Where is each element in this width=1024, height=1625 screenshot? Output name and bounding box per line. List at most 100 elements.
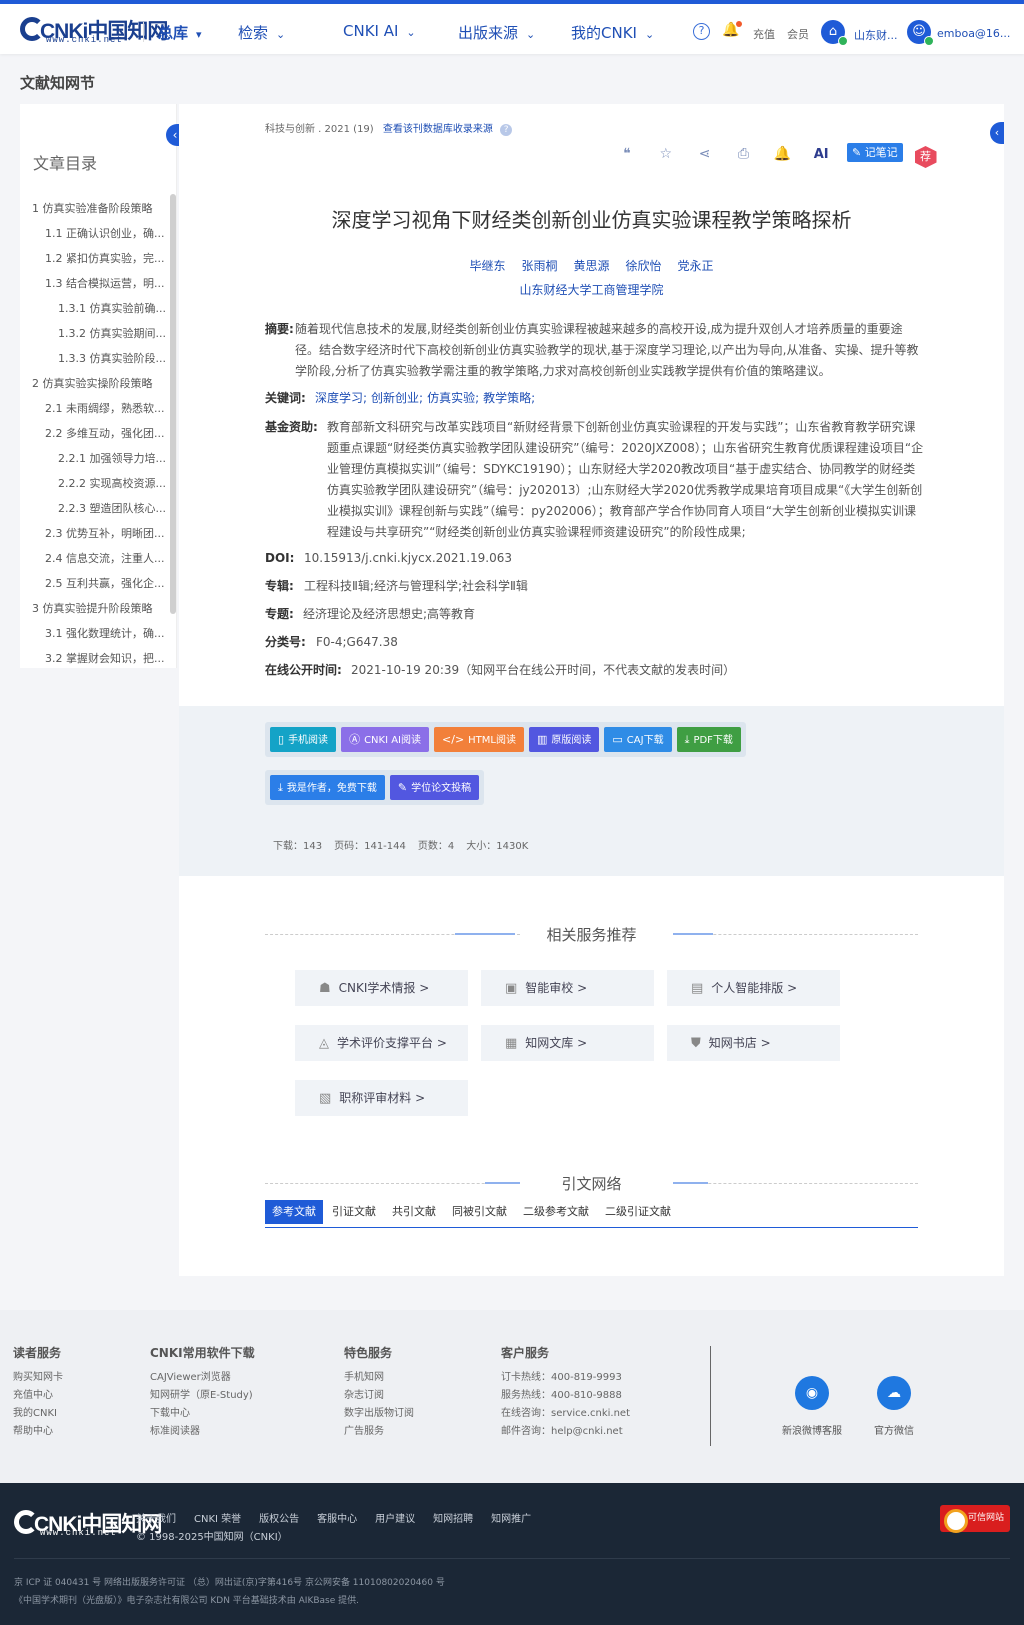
footer-link[interactable]: 服务热线：400-810-9888	[501, 1387, 630, 1405]
author-link[interactable]: 毕继东	[469, 259, 505, 273]
footer-link[interactable]: 我的CNKI	[13, 1405, 63, 1423]
footer-link[interactable]: 杂志订阅	[344, 1387, 414, 1405]
toc-item[interactable]: 3 仿真实验提升阶段策略	[20, 596, 172, 621]
author-link[interactable]: 党永正	[678, 259, 714, 273]
share-icon[interactable]: ⋖	[692, 142, 718, 166]
citation-tab[interactable]: 二级引证文献	[598, 1200, 678, 1224]
nav-total-library[interactable]: 总库 ▾	[158, 22, 202, 43]
toc-item[interactable]: 3.2 掌握财会知识，把...	[20, 646, 172, 671]
toc-scrollbar[interactable]	[170, 194, 176, 614]
bell-icon[interactable]: 🔔	[769, 142, 795, 166]
service-cnki-library[interactable]: ▦ 知网文库 >	[481, 1025, 654, 1061]
footer-link[interactable]: 在线咨询：service.cnki.net	[501, 1405, 630, 1423]
footer-bottom-link[interactable]: 关于我们	[136, 1514, 176, 1525]
citation-tab[interactable]: 引证文献	[325, 1200, 383, 1224]
toc-item[interactable]: 2.4 信息交流，注重人...	[20, 546, 172, 571]
keyword-link[interactable]: 深度学习;	[315, 391, 367, 405]
wechat-icon[interactable]: ☁	[877, 1376, 911, 1410]
author-link[interactable]: 徐欣怡	[626, 259, 662, 273]
footer-link[interactable]: 订卡热线：400-819-9993	[501, 1369, 630, 1387]
toc-item[interactable]: 1.3.2 仿真实验期间...	[20, 321, 172, 346]
toc-item[interactable]: 1.2 紧扣仿真实验，完...	[20, 246, 172, 271]
footer-link[interactable]: 帮助中心	[13, 1423, 63, 1441]
cnki-logo[interactable]: CNKi中国知网 www.cnki.net	[20, 15, 168, 45]
toc-item[interactable]: 2.2.2 实现高校资源...	[20, 471, 172, 496]
service-academic-eval[interactable]: ◬ 学术评价支撑平台 >	[295, 1025, 468, 1061]
footer-link[interactable]: 数字出版物订阅	[344, 1405, 414, 1423]
footer-bottom-link[interactable]: 客服中心	[317, 1514, 357, 1525]
footer-link[interactable]: 购买知网卡	[13, 1369, 63, 1387]
toc-item[interactable]: 3.1 强化数理统计，确...	[20, 621, 172, 646]
toc-item[interactable]: 1 仿真实验准备阶段策略	[20, 196, 172, 221]
toc-item[interactable]: 2.2 多维互动，强化团...	[20, 421, 172, 446]
caj-download-button[interactable]: ▭ CAJ下载	[604, 727, 672, 752]
original-read-button[interactable]: ▥ 原版阅读	[528, 727, 600, 752]
user-avatar[interactable]: ☺	[907, 20, 934, 46]
institution-name[interactable]: 山东财...	[854, 27, 898, 43]
mobile-read-button[interactable]: ▯ 手机阅读	[270, 727, 337, 752]
service-smart-proofread[interactable]: ▣ 智能审校 >	[481, 970, 654, 1006]
toc-item[interactable]: 1.3.3 仿真实验阶段...	[20, 346, 172, 371]
citation-tab[interactable]: 同被引文献	[445, 1200, 514, 1224]
member-link[interactable]: 会员	[787, 26, 809, 42]
service-title-evaluation[interactable]: ▧ 职称评审材料 >	[295, 1080, 468, 1116]
footer-link[interactable]: 广告服务	[344, 1423, 414, 1441]
citation-tab[interactable]: 共引文献	[385, 1200, 443, 1224]
nav-search[interactable]: 检索 ⌄	[238, 22, 285, 43]
recharge-link[interactable]: 充值	[753, 26, 775, 42]
service-cnki-intel[interactable]: ☗ CNKI学术情报 >	[295, 970, 468, 1006]
footer-bottom-link[interactable]: 用户建议	[375, 1514, 415, 1525]
footer-link[interactable]: 手机知网	[344, 1369, 414, 1387]
doi-value[interactable]: 10.15913/j.cnki.kjycx.2021.19.063	[265, 548, 925, 569]
quote-icon[interactable]: ❝	[614, 142, 640, 166]
print-icon[interactable]: ⎙	[730, 142, 756, 166]
citation-tab[interactable]: 参考文献	[265, 1200, 323, 1224]
keyword-link[interactable]: 教学策略;	[483, 391, 535, 405]
journal-issue[interactable]: 科技与创新 . 2021 (19)	[265, 124, 374, 135]
service-smart-layout[interactable]: ▤ 个人智能排版 >	[667, 970, 840, 1006]
footer-bottom-link[interactable]: 知网推广	[491, 1514, 531, 1525]
toc-item[interactable]: 2.5 互利共赢，强化企...	[20, 571, 172, 596]
toc-item[interactable]: 1.1 正确认识创业，确...	[20, 221, 172, 246]
nav-publication-source[interactable]: 出版来源 ⌄	[458, 22, 535, 43]
nav-cnki-ai[interactable]: CNKI AI ⌄	[343, 22, 416, 40]
footer-bottom-link[interactable]: CNKI 荣誉	[194, 1514, 241, 1525]
toc-item[interactable]: 2.2.1 加强领导力培...	[20, 446, 172, 471]
recommend-badge[interactable]: 荐	[914, 146, 937, 168]
toc-item[interactable]: 1.3 结合模拟运营，明...	[20, 271, 172, 296]
toc-item[interactable]: 2.1 未雨绸缪，熟悉软...	[20, 396, 172, 421]
footer-link[interactable]: 充值中心	[13, 1387, 63, 1405]
user-name[interactable]: emboa@16...	[937, 27, 1010, 40]
footer-link[interactable]: 邮件咨询：help@cnki.net	[501, 1423, 630, 1441]
institution-icon[interactable]: ⌂	[821, 20, 848, 46]
footer-link[interactable]: 标准阅读器	[150, 1423, 255, 1441]
footer-bottom-link[interactable]: 知网招聘	[433, 1514, 473, 1525]
citation-tab[interactable]: 二级参考文献	[516, 1200, 596, 1224]
star-icon[interactable]: ☆	[653, 142, 679, 166]
expand-right-panel-icon[interactable]: ‹	[990, 122, 1004, 144]
ai-icon[interactable]: AI	[808, 143, 834, 167]
database-source-link[interactable]: 查看该刊数据库收录来源	[383, 124, 493, 135]
bell-icon[interactable]: 🔔	[722, 21, 743, 38]
footer-bottom-link[interactable]: 版权公告	[259, 1514, 299, 1525]
author-link[interactable]: 张雨桐	[521, 259, 557, 273]
service-cnki-bookstore[interactable]: ⛊ 知网书店 >	[667, 1025, 840, 1061]
take-notes-button[interactable]: ✎ 记笔记	[846, 143, 903, 162]
author-link[interactable]: 黄思源	[573, 259, 609, 273]
toc-item[interactable]: 1.3.1 仿真实验前确...	[20, 296, 172, 321]
question-icon[interactable]: ?	[500, 124, 513, 136]
keyword-link[interactable]: 仿真实验;	[427, 391, 479, 405]
trusted-site-badge[interactable]: 可信网站	[940, 1505, 1010, 1533]
footer-link[interactable]: 下载中心	[150, 1405, 255, 1423]
keyword-link[interactable]: 创新创业;	[371, 391, 423, 405]
weibo-icon[interactable]: ◉	[795, 1376, 829, 1410]
nav-my-cnki[interactable]: 我的CNKI ⌄	[571, 22, 654, 43]
author-free-download-button[interactable]: ⤓ 我是作者，免费下载	[270, 775, 385, 800]
pdf-download-button[interactable]: ⤓ PDF下载	[676, 727, 741, 752]
help-icon[interactable]: ?	[693, 22, 710, 40]
html-read-button[interactable]: </> HTML阅读	[434, 727, 524, 752]
wechat-label[interactable]: 官方微信	[874, 1422, 914, 1437]
author-institution[interactable]: 山东财经大学工商管理学院	[179, 281, 1004, 298]
footer-link[interactable]: CAJViewer浏览器	[150, 1369, 255, 1387]
toc-item[interactable]: 2.2.3 塑造团队核心...	[20, 496, 172, 521]
